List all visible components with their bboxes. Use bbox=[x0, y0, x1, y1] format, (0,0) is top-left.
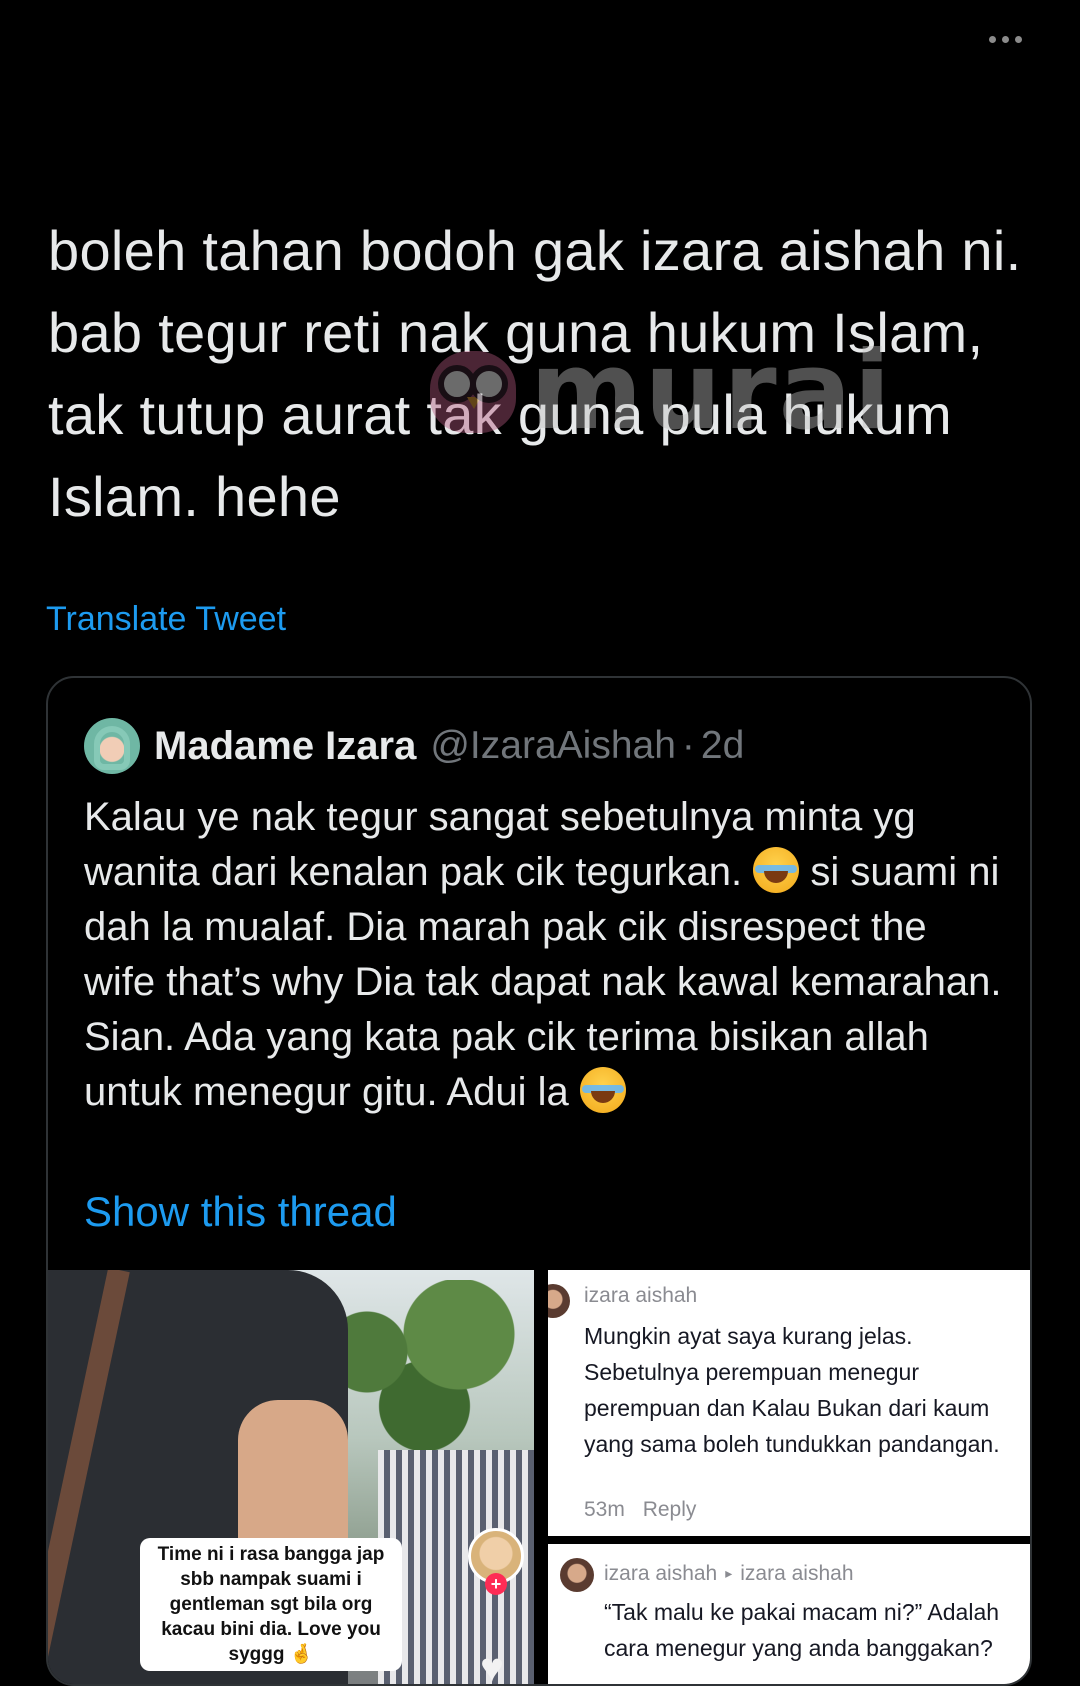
author-name[interactable]: Madame Izara bbox=[154, 724, 416, 769]
avatar[interactable] bbox=[84, 718, 140, 774]
comment-text-line: cara menegur yang anda banggakan? bbox=[604, 1635, 993, 1661]
face-with-tears-of-joy-icon bbox=[579, 1067, 626, 1113]
more-options-icon[interactable] bbox=[989, 36, 1022, 43]
author-handle[interactable]: @IzaraAishah bbox=[430, 724, 676, 768]
comment-text: Mungkin ayat saya kurang jelas. Sebetuln… bbox=[584, 1323, 1000, 1457]
tiktok-comment: izara aishah ▸ izara aishah “Tak malu ke p… bbox=[548, 1544, 1030, 1684]
comment-time: 53m bbox=[584, 1498, 625, 1521]
tiktok-video-screenshot[interactable]: Time ni i rasa bangga jap sbb nampak sua… bbox=[48, 1270, 534, 1684]
face-with-tears-of-joy-icon bbox=[753, 847, 800, 893]
show-thread-link[interactable]: Show this thread bbox=[84, 1188, 397, 1236]
dot bbox=[1015, 36, 1022, 43]
dot bbox=[1002, 36, 1009, 43]
dot bbox=[989, 36, 996, 43]
follow-plus-icon[interactable]: + bbox=[485, 1573, 507, 1595]
separator-dot: · bbox=[681, 724, 695, 767]
translate-tweet-link[interactable]: Translate Tweet bbox=[46, 600, 286, 639]
reply-to-name: izara aishah bbox=[740, 1562, 854, 1585]
comment-meta: 53m Reply bbox=[584, 1498, 696, 1522]
tweet-timestamp[interactable]: 2d bbox=[701, 724, 744, 768]
tweet-text: boleh tahan bodoh gak izara aishah ni. b… bbox=[48, 219, 1022, 528]
commenter-name: izara aishah bbox=[584, 1284, 698, 1307]
quoted-tweet-header: Madame Izara @IzaraAishah · 2d bbox=[84, 718, 744, 774]
reply-arrow-icon: ▸ bbox=[725, 1565, 733, 1581]
video-caption: Time ni i rasa bangga jap sbb nampak sua… bbox=[140, 1538, 402, 1671]
commenter-name-text: izara aishah bbox=[604, 1562, 718, 1585]
commenter-avatar bbox=[560, 1558, 594, 1592]
comment-text-line: “Tak malu ke pakai macam ni?” Adalah bbox=[604, 1599, 1000, 1625]
tiktok-comment: izara aishah Mungkin ayat saya kurang je… bbox=[548, 1270, 1030, 1536]
quoted-tweet-text: Kalau ye nak tegur sangat sebetulnya min… bbox=[84, 790, 1004, 1120]
reply-link[interactable]: Reply bbox=[643, 1498, 697, 1521]
comment-text: “Tak malu ke pakai macam ni?” Adalah car… bbox=[604, 1594, 1030, 1666]
quoted-tweet-card[interactable]: Madame Izara @IzaraAishah · 2d Kalau ye … bbox=[46, 676, 1032, 1686]
commenter-name: izara aishah ▸ izara aishah bbox=[604, 1562, 854, 1586]
heart-icon[interactable]: ♥ bbox=[472, 1648, 512, 1684]
commenter-avatar bbox=[548, 1284, 570, 1318]
